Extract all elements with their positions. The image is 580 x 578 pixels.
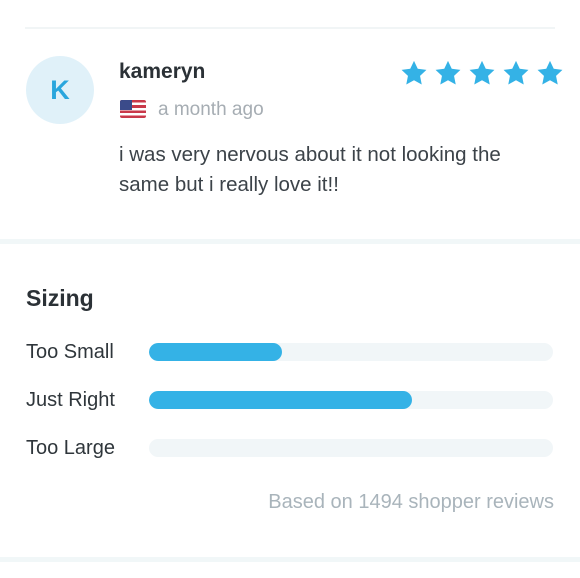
star-rating: [399, 59, 565, 89]
size-row-just-right: Just Right: [26, 389, 556, 411]
size-label: Just Right: [26, 389, 115, 411]
review-author: kameryn: [119, 60, 206, 83]
us-flag-icon: [120, 100, 146, 118]
size-bar-fill: [149, 391, 412, 409]
star-icon: [399, 59, 429, 89]
review-card: K kameryn a month ago i was very nervous…: [0, 0, 580, 240]
sizing-summary: Based on 1494 shopper reviews: [268, 491, 554, 513]
reviews-page: K kameryn a month ago i was very nervous…: [0, 0, 580, 578]
section-divider: [0, 239, 580, 244]
size-bar-track: [149, 391, 553, 409]
star-icon: [433, 59, 463, 89]
size-row-too-large: Too Large: [26, 437, 556, 459]
size-bar-track: [149, 343, 553, 361]
review-date: a month ago: [158, 99, 264, 120]
avatar-initial: K: [50, 74, 70, 105]
star-icon: [467, 59, 497, 89]
avatar: K: [26, 56, 94, 124]
size-bar-track: [149, 439, 553, 457]
size-bar-fill: [149, 343, 283, 361]
star-icon: [501, 59, 531, 89]
size-label: Too Large: [26, 437, 115, 459]
size-row-too-small: Too Small: [26, 341, 556, 363]
sizing-title: Sizing: [26, 285, 94, 311]
size-label: Too Small: [26, 341, 114, 363]
review-text: i was very nervous about it not looking …: [119, 143, 501, 196]
flag-canton: [120, 100, 132, 110]
bottom-divider: [0, 557, 580, 562]
star-icon: [535, 59, 565, 89]
